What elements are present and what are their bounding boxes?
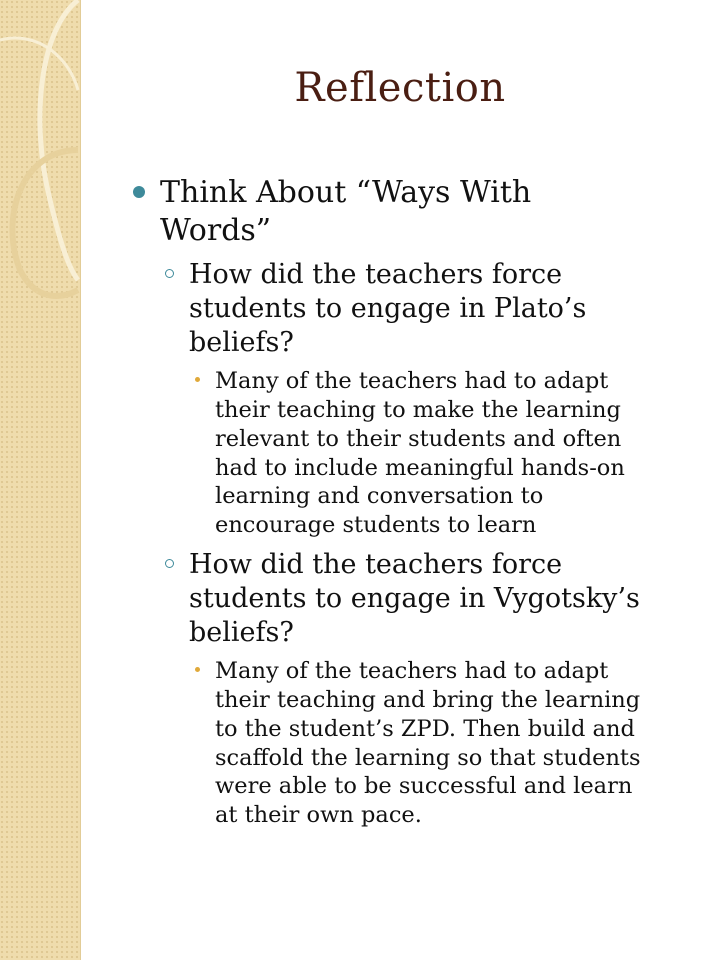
detail-bullet-dot-icon [195,667,200,672]
bullet-dot-icon [133,186,145,198]
detail-text-line: their teaching and bring the learning [215,687,641,713]
sub-bullet-text-line: How did the teachers force [189,549,563,580]
sub-bullet-text-line: beliefs? [189,617,294,648]
detail-text-line: encourage students to learn [215,512,537,538]
sub-bullet-text-line: students to engage in Vygotsky’s [189,583,640,614]
bullet-text-line: Think About “Ways With [160,175,532,210]
sub-bullet-ring-icon [165,559,174,568]
detail-text-line: to the student’s ZPD. Then build and [215,716,635,742]
detail-text-line: learning and conversation to [215,483,544,509]
sub-bullet-text-line: How did the teachers force [189,259,563,290]
detail-text-line: relevant to their students and often [215,426,622,452]
sub-bullet-text-line: students to engage in Plato’s [189,293,587,324]
detail-text-line: Many of the teachers had to adapt [215,658,609,684]
detail-text-line: their teaching to make the learning [215,397,621,423]
sub-bullet-text-line: beliefs? [189,327,294,358]
detail-text-line: scaffold the learning so that students [215,745,641,771]
bullet-text-line: Words” [160,213,272,248]
detail-text-line: had to include meaningful hands-on [215,455,625,481]
detail-text-line: Many of the teachers had to adapt [215,368,609,394]
detail-text-line: at their own pace. [215,802,422,828]
sub-bullet-ring-icon [165,269,174,278]
slide-title: Reflection [294,65,506,111]
decorative-side-band [0,0,81,960]
detail-text-line: were able to be successful and learn [215,773,633,799]
detail-bullet-dot-icon [195,377,200,382]
